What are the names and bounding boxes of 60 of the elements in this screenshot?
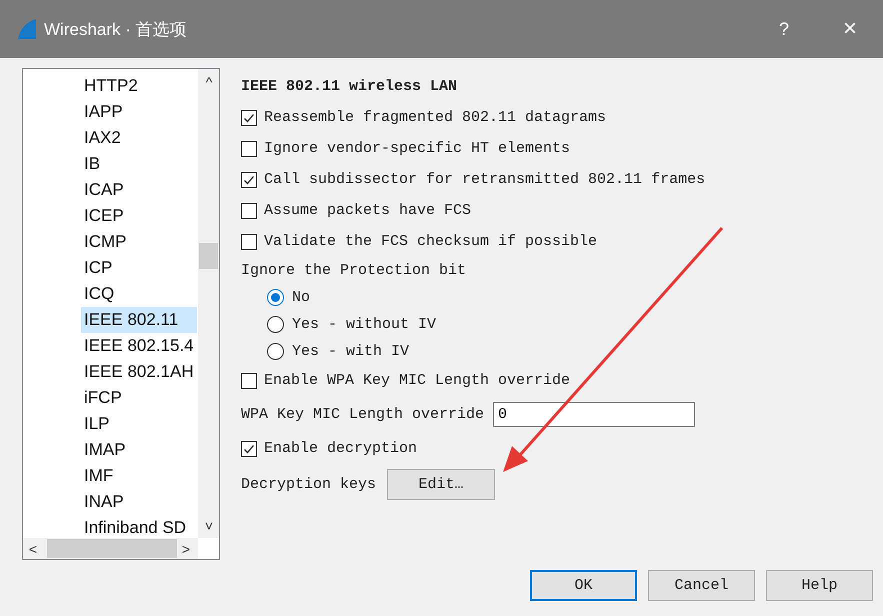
checkbox-label[interactable]: Enable decryption [264,440,418,457]
list-item[interactable]: ICEP [81,203,197,229]
scroll-right-button[interactable]: > [177,540,195,558]
checkbox-label[interactable]: Ignore vendor-specific HT elements [264,140,570,157]
list-item[interactable]: IAX2 [81,125,197,151]
list-item[interactable]: ICMP [81,229,197,255]
list-item[interactable]: ICP [81,255,197,281]
checkbox[interactable] [241,234,257,250]
scroll-left-button[interactable]: < [24,540,42,558]
list-item[interactable]: INAP [81,489,197,515]
radio-label[interactable]: Yes - without IV [292,316,436,333]
scroll-up-button[interactable]: ^ [200,73,218,91]
check-icon [243,112,255,124]
list-item[interactable]: HTTP2 [81,73,197,99]
list-item[interactable]: Infiniband SD [81,515,197,541]
section-title: IEEE 802.11 wireless LAN [241,77,458,97]
edit-button[interactable]: Edit… [387,468,496,500]
checkbox-label[interactable]: Validate the FCS checksum if possible [264,233,598,250]
checkbox[interactable] [241,372,257,388]
scroll-down-button[interactable]: ˅ [200,517,218,535]
radio-label[interactable]: No [292,289,310,306]
list-item[interactable]: IEEE 802.15.4 [81,333,197,359]
list-item[interactable]: ILP [81,411,197,437]
dialog-button[interactable]: Help [766,570,873,601]
checkbox[interactable] [241,202,257,218]
checkbox-label[interactable]: Reassemble fragmented 802.11 datagrams [264,109,606,126]
list-item[interactable]: iFCP [81,385,197,411]
scrollbar[interactable] [23,538,198,559]
checkbox[interactable] [241,172,257,188]
radio-label[interactable]: Yes - with IV [292,343,410,360]
checkbox[interactable] [241,440,257,456]
checkbox-label[interactable]: Enable WPA Key MIC Length override [264,372,570,389]
help-button[interactable]: ? [751,18,817,40]
check-icon [243,174,255,186]
check-icon [243,442,255,454]
list-item[interactable]: ICAP [81,177,197,203]
list-item[interactable]: ICQ [81,281,197,307]
list-item[interactable]: IMF [81,463,197,489]
list-item[interactable]: IMAP [81,437,197,463]
list-item[interactable]: IEEE 802.11 [81,307,197,333]
field-label: Decryption keys [241,476,376,492]
checkbox-label[interactable]: Assume packets have FCS [264,202,472,219]
app-icon [18,19,36,39]
field-label: WPA Key MIC Length override [241,406,484,423]
close-button[interactable]: × [817,15,883,43]
list-item[interactable]: IEEE 802.1AH [81,359,197,385]
list-item[interactable]: IB [81,151,197,177]
scrollbar[interactable] [198,69,219,538]
checkbox-label[interactable]: Call subdissector for retransmitted 802.11 frames [264,171,706,188]
dialog-button[interactable]: Cancel [648,570,755,601]
radio-button[interactable] [267,343,284,360]
radio-button[interactable] [267,289,284,306]
checkbox[interactable] [241,110,257,126]
window-title: Wireshark · 首选项 [44,18,188,40]
list-item[interactable]: IAPP [81,99,197,125]
input-field[interactable]: 0 [493,402,696,427]
group-label: Ignore the Protection bit [241,262,466,279]
checkbox[interactable] [241,140,257,156]
radio-button[interactable] [267,316,284,333]
dialog-button[interactable]: OK [530,570,637,601]
